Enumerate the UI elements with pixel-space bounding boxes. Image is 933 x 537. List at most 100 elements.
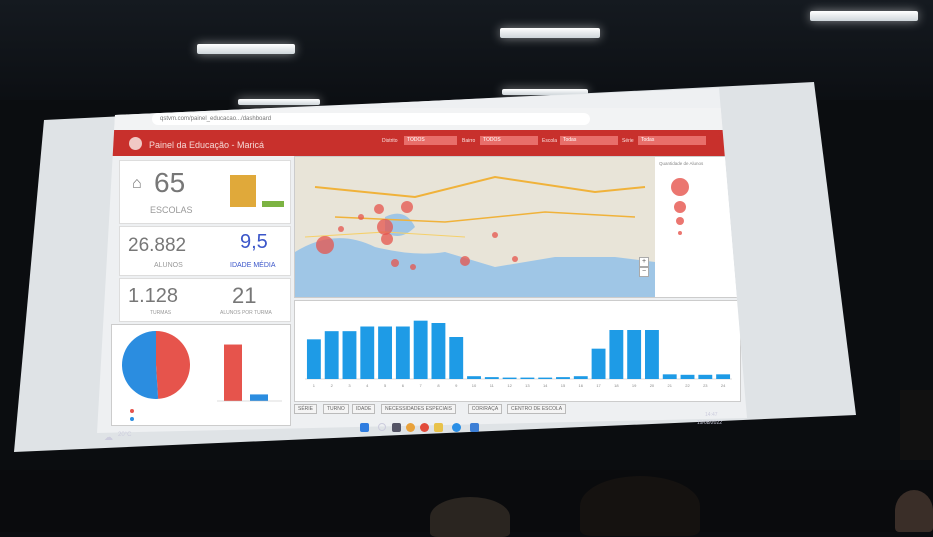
- pie-slice[interactable]: [121, 331, 159, 399]
- x-tick-label: 16: [579, 383, 584, 388]
- bar[interactable]: [627, 330, 642, 379]
- escolas-label: ESCOLAS: [150, 205, 193, 215]
- speaker-box: [900, 390, 933, 460]
- x-tick-label: 24: [721, 383, 726, 388]
- tab-0[interactable]: SÉRIE: [294, 404, 318, 414]
- alunos-value: 26.882: [128, 235, 187, 256]
- x-tick-label: 20: [650, 383, 655, 388]
- gender-bar[interactable]: [250, 394, 268, 401]
- x-tick-label: 3: [348, 383, 351, 388]
- filter-escola[interactable]: Escola Todas: [542, 134, 622, 148]
- idade-value: 9,5: [240, 231, 268, 253]
- escolas-value: 65: [154, 167, 186, 198]
- ceiling-light: [810, 11, 918, 21]
- bar[interactable]: [306, 339, 321, 379]
- bar[interactable]: [538, 377, 553, 379]
- gender-bar[interactable]: [224, 344, 242, 401]
- tab-2[interactable]: IDADE: [352, 404, 376, 414]
- x-tick-label: 8: [437, 383, 440, 388]
- ceiling-light: [197, 44, 295, 54]
- zoom-in-icon[interactable]: +: [639, 257, 649, 267]
- bar[interactable]: [609, 330, 624, 379]
- zoom-out-icon[interactable]: −: [639, 267, 649, 277]
- x-tick-label: 11: [490, 383, 495, 388]
- weather-temp: 20°C: [118, 432, 132, 438]
- bar[interactable]: [484, 377, 499, 379]
- pie-slice[interactable]: [156, 331, 190, 399]
- x-tick-label: 5: [384, 383, 387, 388]
- x-tick-label: 14: [543, 383, 548, 388]
- bar[interactable]: [573, 376, 588, 379]
- address-bar[interactable]: qstvm.com/painel_educacao.../dashboard: [152, 113, 590, 125]
- bar[interactable]: [449, 337, 464, 379]
- bar[interactable]: [716, 374, 731, 379]
- edge-icon[interactable]: [452, 423, 461, 432]
- bar[interactable]: [591, 348, 606, 379]
- gender-panel: [111, 324, 291, 426]
- x-tick-label: 17: [596, 383, 601, 388]
- x-tick-label: 12: [507, 383, 512, 388]
- ceiling-light: [238, 99, 320, 105]
- x-tick-label: 23: [703, 383, 708, 388]
- app-icon[interactable]: [470, 423, 479, 432]
- school-icon: ⌂: [132, 175, 142, 192]
- audience-head: [580, 476, 700, 536]
- windows-start-icon[interactable]: [360, 423, 369, 432]
- turmas-label: TURMAS: [150, 310, 172, 316]
- bar[interactable]: [520, 377, 535, 379]
- filter-bairro[interactable]: Bairro TODOS: [462, 134, 542, 148]
- x-tick-label: 18: [614, 383, 619, 388]
- x-tick-label: 19: [632, 383, 637, 388]
- tab-5[interactable]: CENTRO DE ESCOLA: [507, 404, 567, 414]
- bar[interactable]: [413, 320, 428, 379]
- card-turmas: 1.128 TURMAS 21 ALUNOS POR TURMA: [119, 278, 291, 322]
- alunos-turma-value: 21: [232, 283, 257, 308]
- bar[interactable]: [431, 323, 446, 379]
- bar[interactable]: [360, 326, 375, 380]
- chrome-icon[interactable]: [406, 423, 415, 432]
- bar[interactable]: [662, 374, 677, 379]
- map-legend-title: Quantidade de Alunos: [659, 161, 704, 166]
- card-alunos: 26.882 ALUNOS 9,5 IDADE MÉDIA: [119, 226, 291, 276]
- turmas-value: 1.128: [128, 285, 179, 307]
- search-icon[interactable]: [378, 423, 386, 431]
- filter-serie[interactable]: Série Todas: [622, 134, 707, 148]
- filter-bar: Distrito TODOS Bairro TODOS Escola Todas…: [382, 134, 712, 150]
- serie-chart-panel: 1 2 3 4 5 6 7 8 9 10 11 12 13 14 15 16 17 18 19 20 21 22 23 24: [294, 300, 741, 402]
- audience-head: [430, 497, 510, 537]
- bar[interactable]: [395, 326, 410, 380]
- tab-3[interactable]: NECESSIDADES ESPECIAIS: [381, 404, 456, 414]
- bar[interactable]: [378, 326, 393, 380]
- alunos-label: ALUNOS: [154, 262, 183, 269]
- weather-icon: ☁: [104, 432, 113, 442]
- bar[interactable]: [698, 374, 713, 379]
- bar[interactable]: [644, 330, 659, 379]
- x-tick-label: 21: [668, 383, 673, 388]
- clock-time: 14:47: [705, 412, 718, 418]
- bar[interactable]: [324, 331, 339, 379]
- clock-date: 19/08/2022: [697, 420, 723, 426]
- x-tick-label: 4: [366, 383, 369, 388]
- tab-1[interactable]: TURNO: [323, 404, 349, 414]
- bar[interactable]: [467, 376, 481, 379]
- filter-distrito[interactable]: Distrito TODOS: [382, 134, 462, 148]
- x-tick-label: 13: [525, 383, 530, 388]
- bar[interactable]: [502, 377, 517, 379]
- audience-head: [895, 490, 933, 532]
- gender-charts: [121, 331, 282, 421]
- file-explorer-icon[interactable]: [434, 423, 443, 432]
- map[interactable]: [295, 157, 740, 297]
- bar[interactable]: [680, 374, 695, 379]
- taskbar: [0, 418, 933, 458]
- x-tick-label: 7: [420, 383, 423, 388]
- alunos-turma-label: ALUNOS POR TURMA: [220, 310, 272, 316]
- x-tick-label: 15: [561, 383, 566, 388]
- bottom-tabs: SÉRIE TURNO IDADE NECESSIDADES ESPECIAIS COR…: [294, 404, 739, 416]
- tab-4[interactable]: COR/RAÇA: [467, 404, 503, 414]
- bar[interactable]: [342, 331, 357, 379]
- bar[interactable]: [556, 377, 570, 379]
- x-tick-label: 10: [472, 383, 477, 388]
- map-panel: Quantidade de Alunos + −: [294, 156, 741, 298]
- chrome-icon-2[interactable]: [420, 423, 429, 432]
- taskview-icon[interactable]: [392, 423, 401, 432]
